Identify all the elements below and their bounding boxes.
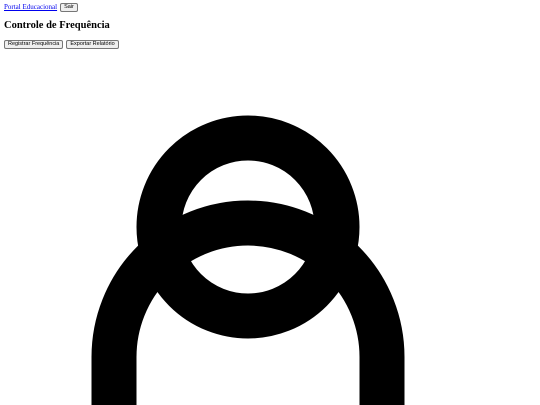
export-report-button[interactable]: Exportar Relatório	[66, 40, 119, 49]
action-bar: Registrar Frequência Exportar Relatório	[4, 40, 119, 49]
top-nav: Portal Educacional Sair	[4, 2, 78, 12]
portal-link[interactable]: Portal Educacional	[4, 2, 57, 12]
logout-button[interactable]: Sair	[60, 2, 78, 12]
register-attendance-button[interactable]: Registrar Frequência	[4, 40, 64, 49]
user-icon	[91, 115, 405, 405]
page-title: Controle de Frequência	[4, 20, 110, 31]
page: Portal Educacional Sair Controle de Freq…	[0, 0, 540, 405]
